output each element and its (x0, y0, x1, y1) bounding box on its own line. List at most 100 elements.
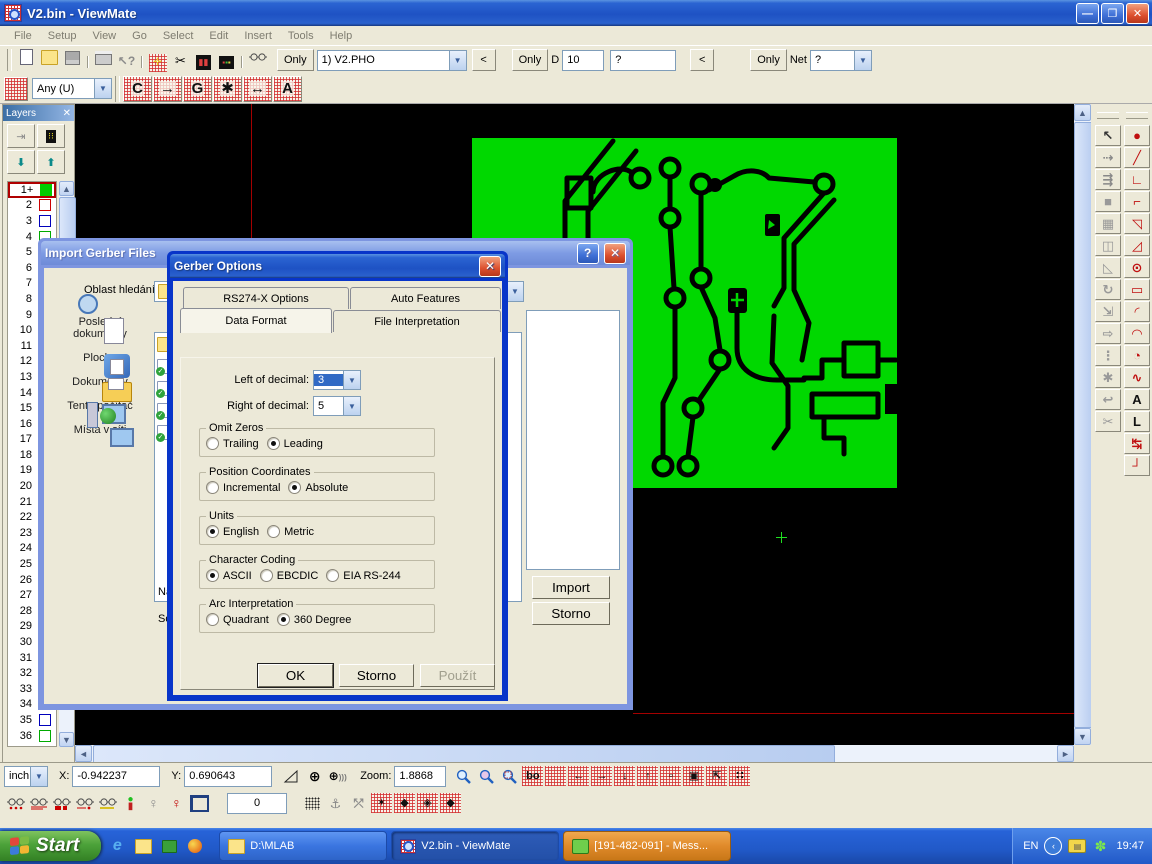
draw-curve-icon[interactable]: ◜ (1124, 301, 1150, 322)
radio-quadrant[interactable]: Quadrant (206, 613, 269, 626)
flash-pad-4-icon[interactable]: ◆ (439, 792, 462, 814)
scroll-down-icon[interactable]: ▼ (59, 732, 74, 747)
chevron-down-icon[interactable]: ▼ (30, 767, 47, 786)
new-file-icon[interactable] (15, 46, 38, 68)
glasses-draw-icon[interactable] (96, 792, 119, 814)
radio-incremental[interactable]: Incremental (206, 481, 280, 494)
glasses-pads-icon[interactable] (50, 792, 73, 814)
layer-insert-button[interactable]: ⇥ (7, 124, 35, 148)
radio-icon[interactable] (206, 569, 219, 582)
skew-icon[interactable]: ◺ (1095, 257, 1121, 278)
prev-net-button[interactable]: < (690, 49, 714, 71)
book-icon[interactable] (159, 836, 179, 856)
chevron-down-icon[interactable]: ▼ (506, 282, 523, 301)
radio-icon[interactable] (277, 613, 290, 626)
canvas-horizontal-scrollbar[interactable]: ◄ ► (75, 745, 1074, 762)
canvas-vertical-scrollbar[interactable]: ▲ ▼ (1074, 104, 1091, 745)
menu-tools[interactable]: Tools (280, 28, 322, 44)
anchor-icon[interactable]: ⚓ (324, 792, 347, 814)
draw-triangle-icon[interactable]: ◿ (1124, 235, 1150, 256)
selection-diag-icon[interactable]: ⇱ (705, 765, 728, 787)
draw-polyline-icon[interactable]: ∟ (1124, 169, 1150, 190)
selection-filter-combo[interactable]: Any (U) ▼ (32, 78, 112, 99)
radio-icon[interactable] (206, 613, 219, 626)
move-item-icon[interactable]: ⇨ (1095, 323, 1121, 344)
close-icon[interactable]: ✕ (604, 243, 626, 264)
net-combo[interactable]: ? ▼ (810, 50, 872, 71)
tab-auto-features[interactable]: Auto Features (350, 287, 501, 309)
menu-edit[interactable]: Edit (201, 28, 236, 44)
select-text-icon[interactable]: A (273, 76, 302, 102)
icq-flower-icon[interactable]: ✽ (1092, 838, 1108, 854)
radio-leading[interactable]: Leading (267, 437, 323, 450)
draw-dimension-icon[interactable]: ↹ (1124, 433, 1150, 454)
select-component-icon[interactable]: C (123, 76, 152, 102)
zoom-in-magnifier-icon[interactable] (452, 765, 475, 787)
select-pointer-icon[interactable]: ↖ (1095, 125, 1121, 146)
scroll-up-icon[interactable]: ▲ (59, 181, 74, 196)
radio-english[interactable]: English (206, 525, 259, 538)
y-coordinate-field[interactable]: 0.690643 (184, 766, 272, 787)
ie-icon[interactable]: e (107, 836, 127, 856)
scroll-left-icon[interactable]: ◄ (75, 745, 92, 762)
fill-pattern-icon[interactable]: ▦ (1095, 213, 1121, 234)
task-button-2[interactable]: V2.bin - ViewMate (391, 831, 559, 861)
draw-label-icon[interactable]: L (1124, 411, 1150, 432)
layer-color-swatch[interactable] (39, 714, 51, 726)
layer-move-up-button[interactable]: ⬆ (37, 150, 65, 174)
crosshair-target-icon[interactable]: ⊕ (303, 765, 326, 787)
restore-button[interactable]: ❐ (1101, 3, 1124, 24)
layers-panel-titlebar[interactable]: Layers ✕ (3, 105, 74, 121)
grid-bo-icon[interactable]: bo (521, 765, 544, 787)
tools-icon[interactable]: ✂ (169, 50, 192, 72)
flash-pad-2-icon[interactable]: ◆ (393, 792, 416, 814)
glasses-dotline-icon[interactable] (73, 792, 96, 814)
open-file-icon[interactable] (38, 47, 61, 69)
radio-absolute[interactable]: Absolute (288, 481, 348, 494)
layer-color-swatch[interactable] (39, 215, 51, 227)
scroll-right-icon[interactable]: ► (1057, 745, 1074, 762)
import-cancel-button[interactable]: Storno (532, 602, 610, 625)
draw-open-arc-icon[interactable]: ◹ (1124, 213, 1150, 234)
draw-pad-icon[interactable]: ● (1124, 125, 1150, 146)
layer-table-button[interactable]: ⁝⁝ (37, 124, 65, 148)
layer-color-swatch[interactable] (39, 730, 51, 742)
window-split-icon[interactable] (188, 792, 211, 814)
language-indicator[interactable]: EN (1023, 840, 1038, 852)
place-5[interactable]: Místa v síti (54, 424, 146, 436)
layer-row[interactable]: 3 (8, 213, 56, 229)
menu-help[interactable]: Help (322, 28, 361, 44)
only-layer-button[interactable]: Only (277, 49, 314, 71)
chevron-down-icon[interactable]: ▼ (449, 51, 466, 70)
radio-metric[interactable]: Metric (267, 525, 314, 538)
right-of-decimal-combo[interactable]: 5 ▼ (313, 396, 361, 416)
move-to-point-icon[interactable]: ⇢ (1095, 147, 1121, 168)
view-filter-glasses-icon[interactable] (246, 47, 269, 69)
close-button[interactable]: ✕ (1126, 3, 1149, 24)
toolbar-grip[interactable] (1097, 112, 1119, 119)
layer-move-down-button[interactable]: ⬇ (7, 150, 35, 174)
grid-down-icon[interactable]: ↓ (613, 765, 636, 787)
layer-color-swatch[interactable] (40, 184, 52, 196)
layer-row[interactable]: 36 (8, 728, 56, 744)
firefox-icon[interactable] (185, 836, 205, 856)
draw-circle-icon[interactable]: ⊙ (1124, 257, 1150, 278)
radio-eia-rs-244[interactable]: EIA RS-244 (326, 569, 400, 582)
traffic-light-icon[interactable]: ●▮ (119, 792, 142, 814)
context-help-icon[interactable]: ↖? (115, 50, 138, 72)
tab-data-format[interactable]: Data Format (180, 308, 332, 333)
task-button-3[interactable]: [191-482-091] - Mess... (563, 831, 731, 861)
flash-pad-3-icon[interactable]: ◈ (416, 792, 439, 814)
close-icon[interactable]: ✕ (479, 256, 501, 277)
crosshair-signal-icon[interactable]: ⊕))) (326, 765, 349, 787)
chevron-down-icon[interactable]: ▼ (854, 51, 871, 70)
gerber-cancel-button[interactable]: Storno (339, 664, 414, 687)
place-1[interactable]: Poslední dokumenty (54, 316, 146, 340)
settings-gear-icon[interactable]: ✱ (1095, 367, 1121, 388)
select-gerber-icon[interactable]: G (183, 76, 212, 102)
menu-insert[interactable]: Insert (236, 28, 280, 44)
zoom-grid-magnifier-icon[interactable] (475, 765, 498, 787)
grid-full-icon[interactable] (544, 765, 567, 787)
transform-arrows-icon[interactable]: ⤱ (347, 792, 370, 814)
only-net-button[interactable]: Only (750, 49, 787, 71)
